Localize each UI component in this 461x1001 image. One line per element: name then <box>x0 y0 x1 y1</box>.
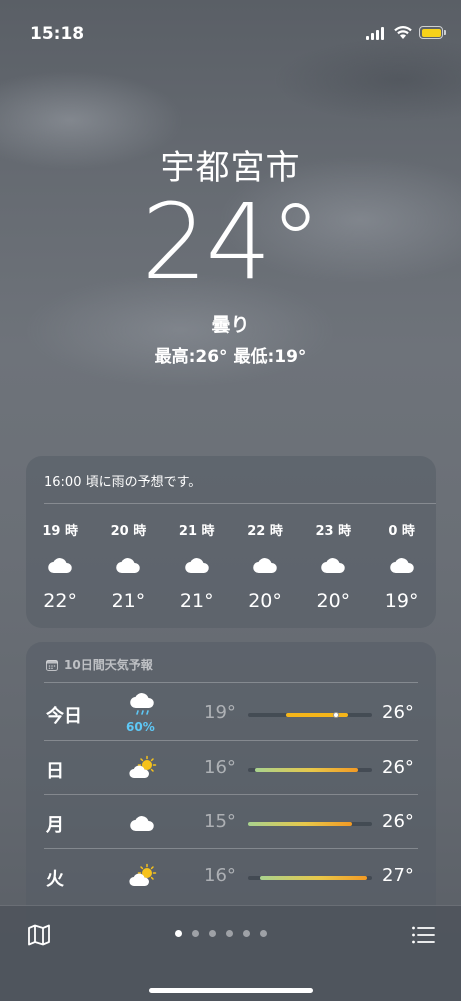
cloud-icon <box>130 816 154 832</box>
temperature-range-track <box>248 712 372 718</box>
battery-icon <box>419 26 443 39</box>
ten-day-forecast-card[interactable]: 10日間天気予報 今日 60% 19° 26° 日 16° 26° 月 15° … <box>26 642 436 942</box>
wifi-icon <box>394 26 412 39</box>
bottom-toolbar <box>0 905 461 1001</box>
day-row[interactable]: 日 16° 26° <box>26 741 436 795</box>
page-dot[interactable] <box>209 930 216 937</box>
temperature-range-track <box>248 876 372 880</box>
hour-temperature: 20° <box>248 590 282 612</box>
page-dot[interactable] <box>243 930 250 937</box>
hour-time: 19 時 <box>42 524 78 539</box>
hour-item: 19 時 22° <box>26 520 94 612</box>
list-icon[interactable] <box>411 925 435 945</box>
day-high-temp: 27° <box>382 865 414 886</box>
hourly-forecast-card[interactable]: 16:00 頃に雨の予想です。 19 時 22° 20 時 21° 21 時 2… <box>26 456 436 628</box>
cloud-rain-icon <box>130 693 154 715</box>
page-dot[interactable] <box>192 930 199 937</box>
current-temperature: 24° <box>141 181 321 303</box>
day-high-temp: 26° <box>382 702 414 723</box>
cloud-icon <box>184 558 209 574</box>
day-high-temp: 26° <box>382 757 414 778</box>
hour-temperature: 22° <box>43 590 77 612</box>
page-dot[interactable] <box>226 930 233 937</box>
hour-temperature: 20° <box>316 590 351 612</box>
current-temp-marker <box>333 712 340 718</box>
temperature-range-bar <box>255 768 359 772</box>
battery-cap <box>444 30 446 35</box>
weather-condition: 曇り <box>211 314 250 336</box>
map-icon[interactable] <box>27 924 51 946</box>
temperature-range-bar <box>286 713 349 717</box>
status-time: 15:18 <box>30 24 85 44</box>
page-dot[interactable] <box>175 930 182 937</box>
hour-time: 0 時 <box>388 524 415 539</box>
day-row[interactable]: 月 15° 26° <box>26 795 436 849</box>
hourly-forecast-message: 16:00 頃に雨の予想です。 <box>44 475 202 490</box>
cloud-icon <box>389 558 414 574</box>
day-low-temp: 16° <box>204 865 236 886</box>
day-low-temp: 16° <box>204 757 236 778</box>
cloud-icon <box>253 558 277 574</box>
hour-temperature: 19° <box>384 590 419 612</box>
hour-item: 0 時 19° <box>367 520 435 612</box>
day-row[interactable]: 火 16° 27° <box>26 849 436 903</box>
hour-item: 20 時 21° <box>94 520 162 612</box>
temperature-range-bar <box>260 876 368 880</box>
cloud-icon <box>321 558 346 574</box>
hour-time: 22 時 <box>247 524 283 539</box>
day-low-temp: 15° <box>204 811 236 832</box>
page-dot[interactable] <box>260 930 267 937</box>
ten-day-title: 10日間天気予報 <box>64 658 153 672</box>
day-name: 日 <box>46 761 64 782</box>
ten-day-header: 10日間天気予報 <box>46 656 153 673</box>
cloud-sun-icon <box>129 755 157 779</box>
cloud-icon <box>116 558 141 574</box>
divider <box>44 503 436 504</box>
day-row-today[interactable]: 今日 60% 19° 26° <box>26 686 436 740</box>
hour-time: 20 時 <box>110 524 147 539</box>
hour-temperature: 21° <box>179 590 214 612</box>
temperature-range-bar <box>248 822 353 826</box>
divider <box>44 682 418 683</box>
hour-item: 21 時 21° <box>163 520 231 612</box>
day-name: 火 <box>46 869 64 890</box>
hour-item: 23 時 20° <box>299 520 367 612</box>
hour-temperature: 21° <box>111 590 146 612</box>
temperature-range-track <box>248 822 372 826</box>
cloud-icon <box>48 558 72 574</box>
day-name: 月 <box>46 815 64 836</box>
hour-time: 21 時 <box>178 524 215 539</box>
temperature-range-track <box>248 768 372 772</box>
cellular-signal-icon <box>366 27 384 40</box>
high-low-temperature: 最高:26° 最低:19° <box>154 347 307 367</box>
status-bar: 15:18 <box>0 0 461 60</box>
precipitation-probability: 60% <box>126 720 155 734</box>
hourly-list[interactable]: 19 時 22° 20 時 21° 21 時 21° 22 時 20° 23 時… <box>26 520 436 612</box>
page-indicator[interactable] <box>175 930 267 937</box>
calendar-icon <box>46 659 58 671</box>
hour-item: 22 時 20° <box>231 520 299 612</box>
hour-time: 23 時 <box>315 524 352 539</box>
cloud-sun-icon <box>129 863 157 887</box>
home-indicator[interactable] <box>149 988 313 993</box>
day-low-temp: 19° <box>204 702 236 723</box>
day-name: 今日 <box>46 706 82 727</box>
day-high-temp: 26° <box>382 811 414 832</box>
